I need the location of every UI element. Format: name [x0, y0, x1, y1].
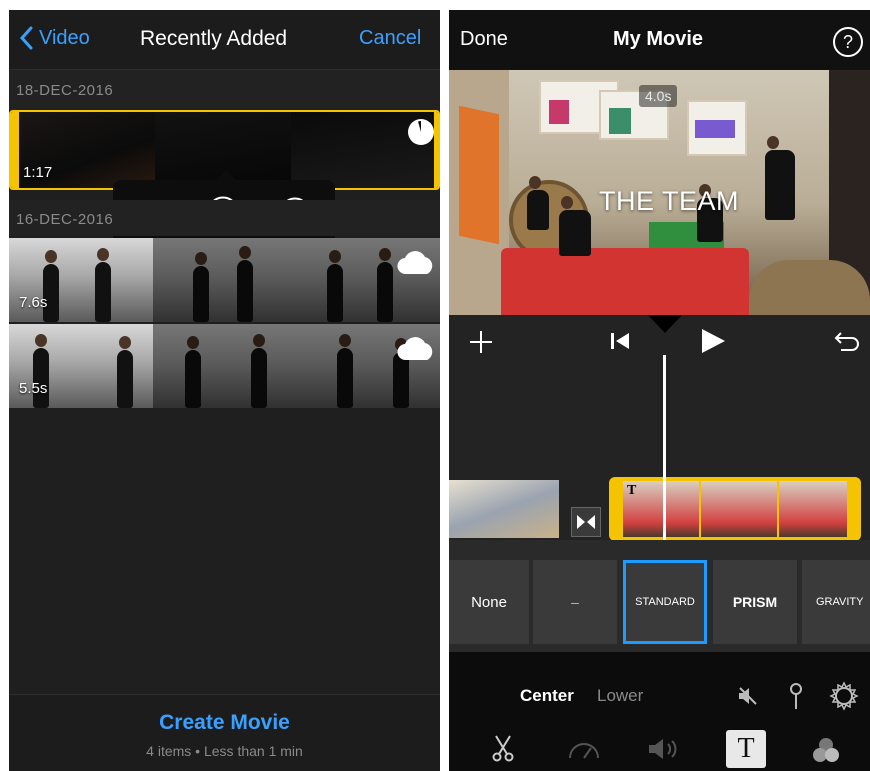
preview-object: [609, 108, 631, 134]
back-label: Video: [39, 26, 90, 49]
section-date: 18-DEC-2016: [16, 82, 114, 99]
clip-duration: 1:17: [23, 164, 53, 181]
person-figure: [117, 336, 133, 408]
clip-progress-icon: [408, 119, 434, 145]
done-button[interactable]: Done: [460, 28, 508, 51]
person-figure: [95, 248, 111, 322]
title-style-blank[interactable]: –: [533, 560, 617, 644]
clip-duration: 5.5s: [19, 380, 48, 397]
playhead-notch: [648, 315, 682, 333]
clip-thumbnail: [779, 481, 847, 537]
clip-row[interactable]: 5.5s: [9, 324, 440, 408]
cloud-icon: [397, 251, 433, 275]
section-header: 18-DEC-2016: [9, 70, 440, 110]
title-style-none[interactable]: None: [449, 560, 529, 644]
section-header: 16-DEC-2016: [9, 200, 440, 236]
title-overlay[interactable]: THE TEAM: [599, 186, 739, 217]
person-figure: [43, 250, 59, 322]
position-center[interactable]: Center: [520, 686, 574, 706]
title-marker-icon: T: [627, 483, 637, 498]
movie-editor-screen: Done My Movie ? 4.0s THE TEAM T None – S…: [449, 10, 870, 771]
playhead[interactable]: [663, 355, 666, 540]
timeline[interactable]: T: [449, 365, 870, 541]
back-button[interactable]: Video: [19, 26, 90, 50]
text-icon[interactable]: T: [726, 730, 766, 768]
selected-clip[interactable]: T: [609, 477, 861, 541]
clip-duration: 7.6s: [19, 294, 48, 311]
transition-button[interactable]: [571, 507, 601, 537]
dim-overlay: [153, 324, 297, 408]
footer-summary: 4 items • Less than 1 min: [146, 743, 303, 759]
dim-overlay: [153, 238, 297, 322]
page-title: Recently Added: [140, 27, 288, 50]
skip-back-icon[interactable]: [609, 331, 631, 351]
location-pin-icon[interactable]: [787, 682, 805, 710]
undo-icon[interactable]: [833, 329, 861, 353]
create-movie-button[interactable]: Create Movie: [9, 711, 440, 735]
preview-door: [459, 105, 499, 245]
title-style-standard[interactable]: STANDARD: [623, 560, 707, 644]
help-button[interactable]: ?: [833, 27, 863, 57]
speed-icon[interactable]: [567, 736, 601, 762]
person-figure: [33, 334, 49, 408]
theme-settings-icon[interactable]: [829, 681, 859, 711]
plus-icon[interactable]: [468, 329, 494, 355]
person-figure: [765, 136, 795, 220]
trim-handle-left[interactable]: [11, 112, 19, 188]
preview-object: [549, 100, 569, 124]
clip-thumbnail: [449, 480, 559, 538]
popover-arrow: [216, 170, 236, 180]
media-browser-screen: Video Recently Added Cancel 18-DEC-2016 …: [9, 10, 440, 771]
mute-icon[interactable]: [737, 685, 759, 707]
title-style-prism[interactable]: PRISM: [713, 560, 797, 644]
preview-object: [695, 120, 735, 138]
clip-thumbnail: [153, 238, 297, 322]
clip-row[interactable]: 7.6s: [9, 238, 440, 322]
cloud-icon: [397, 337, 433, 361]
preview-chair: [749, 260, 870, 315]
clip-thumbnail: [701, 481, 777, 537]
cancel-button[interactable]: Cancel: [359, 27, 421, 50]
play-icon[interactable]: [699, 327, 727, 355]
video-preview[interactable]: 4.0s THE TEAM: [449, 70, 870, 315]
scissors-icon[interactable]: [490, 734, 516, 762]
chevron-left-icon: [19, 26, 33, 50]
time-badge: 4.0s: [639, 85, 678, 107]
preview-sofa: [501, 248, 749, 315]
filters-icon[interactable]: [810, 734, 842, 766]
title-style-gravity[interactable]: GRAVITY: [802, 560, 870, 644]
page-title: My Movie: [613, 28, 704, 50]
bottom-panel: Center Lower T: [449, 652, 870, 771]
section-date: 16-DEC-2016: [16, 211, 114, 228]
nav-bar: Done My Movie ?: [449, 10, 870, 70]
footer-bar: Create Movie 4 items • Less than 1 min: [9, 694, 440, 771]
position-lower[interactable]: Lower: [597, 686, 643, 706]
nav-bar: Video Recently Added Cancel: [9, 10, 440, 70]
clip-thumbnail: [153, 324, 297, 408]
person-figure: [527, 176, 549, 230]
transition-icon: [577, 515, 595, 529]
person-figure: [559, 196, 591, 256]
volume-icon[interactable]: [647, 736, 679, 762]
